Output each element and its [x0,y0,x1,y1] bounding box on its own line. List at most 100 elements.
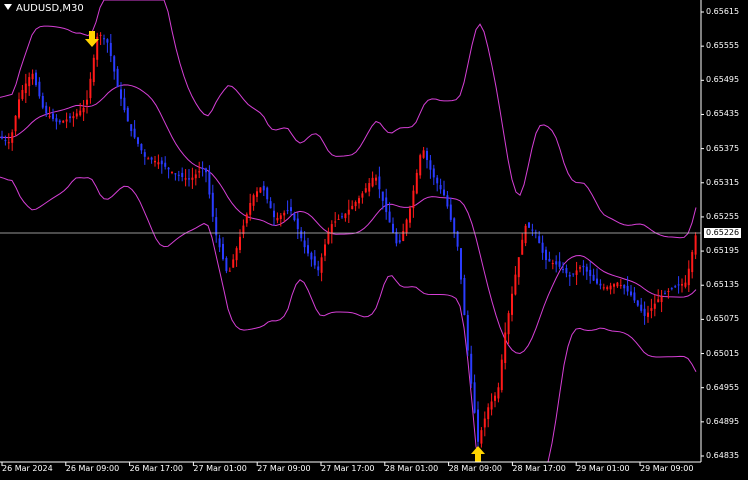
time-tick-label: 28 Mar 01:00 [384,464,439,473]
candle-body [545,249,547,261]
candle-body [208,171,211,195]
candle-body [500,359,503,391]
price-tick-label: 0.65315 [706,177,740,187]
candle-body [113,56,116,72]
price-tick-label: 0.64895 [706,416,740,426]
candle-body [89,78,92,99]
candle-body [14,115,17,132]
candle-body [103,38,105,40]
candle-body [494,395,496,401]
candle-body [256,191,258,197]
candle-body [511,293,513,315]
candle-body [589,269,592,277]
candle-body [341,216,343,218]
candle-body [222,243,224,260]
candle-body [171,171,173,173]
candle-body [385,197,388,213]
candle-body [283,212,286,216]
candle-body [72,116,75,119]
price-chart[interactable] [0,0,748,480]
candle-body [116,68,119,88]
candle-body [657,299,660,303]
candle-body [191,177,194,180]
price-tick-label: 0.65195 [706,246,740,256]
candle-body [388,211,391,223]
candle-body [381,191,384,201]
price-tick-label: 0.65375 [706,143,740,153]
candle-body [324,244,326,256]
candle-body [82,107,85,113]
candle-body [439,185,442,190]
candle-body [596,278,598,284]
candle-body [334,221,337,223]
candle-body [371,177,374,187]
candle-body [623,284,626,289]
candle-body [48,116,51,118]
candle-body [409,208,411,223]
candle-body [626,285,629,292]
candle-body [205,168,207,173]
candle-body [466,315,469,351]
candle-body [198,171,201,173]
candle-body [21,89,24,99]
chart-background [0,0,748,480]
chart-title[interactable]: AUDUSD,M30 [4,2,84,16]
price-tick-label: 0.64835 [706,451,740,460]
candle-body [361,193,364,198]
candle-body [398,240,401,243]
candle-body [636,300,639,306]
candle-body [106,39,109,43]
candle-body [521,239,524,255]
candle-body [38,81,41,97]
candle-body [150,157,153,160]
candle-body [276,217,279,221]
price-tick-label: 0.64955 [706,382,740,392]
candle-body [79,110,82,116]
candle-body [378,176,381,190]
candle-body [120,89,122,99]
candle-body [239,236,241,250]
time-tick-label: 28 Mar 17:00 [512,464,566,473]
candle-body [490,401,493,410]
price-tick-label: 0.65615 [706,7,740,16]
candle-body [568,274,571,277]
candle-body [228,270,231,272]
candle-body [630,291,632,296]
candle-body [368,183,371,192]
candle-body [143,152,146,157]
candle-body [24,83,27,94]
candle-body [606,287,609,290]
candle-body [575,270,578,275]
candle-body [177,174,180,176]
candle-body [677,284,680,286]
chart-window[interactable]: AUDUSD,M30 0.65615 0.65555 0.65495 0.65435 0… [0,0,748,480]
candle-body [541,242,544,253]
candle-body [528,222,530,228]
candle-body [422,150,425,158]
candle-body [133,128,136,138]
candle-body [249,202,252,215]
candle-body [137,137,139,144]
dropdown-triangle-icon[interactable] [4,4,12,10]
candle-body [572,273,575,275]
candle-body [613,284,615,287]
candle-body [419,155,422,176]
candle-body [551,263,554,265]
candle-body [99,34,102,36]
candle-body [470,353,473,384]
candle-body [375,177,377,181]
candle-body [694,235,697,255]
candle-body [330,224,333,234]
candle-body [286,210,289,212]
candle-body [307,245,309,254]
candle-body [432,168,435,178]
candle-body [201,167,204,169]
candle-body [436,177,439,184]
candle-body [188,178,190,180]
candle-body [164,162,167,167]
candle-body [41,96,44,108]
candle-body [45,105,48,114]
candle-body [463,278,466,316]
candle-body [184,178,187,180]
candle-body [405,219,408,233]
